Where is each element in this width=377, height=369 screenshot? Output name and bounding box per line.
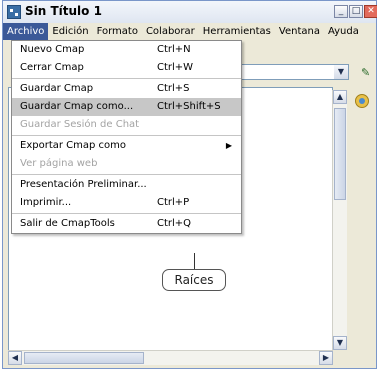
- submenu-arrow-icon: ▶: [225, 141, 232, 150]
- scroll-down-icon[interactable]: ▼: [333, 336, 347, 350]
- window-title: Sin Título 1: [25, 4, 102, 18]
- side-palette: [348, 90, 376, 350]
- scroll-up-icon[interactable]: ▲: [333, 90, 347, 104]
- cmaptools-app-icon[interactable]: [7, 5, 21, 19]
- palette-icon[interactable]: [355, 94, 369, 108]
- horizontal-scroll-thumb[interactable]: [24, 352, 144, 364]
- concept-node[interactable]: Raíces: [162, 269, 226, 291]
- scroll-left-icon[interactable]: ◀: [8, 351, 22, 365]
- menu-item-salir[interactable]: Salir de CmapTools Ctrl+Q: [12, 215, 241, 233]
- menu-item-presentacion-preliminar[interactable]: Presentación Preliminar...: [12, 176, 241, 194]
- horizontal-scrollbar[interactable]: ◀ ▶: [8, 350, 333, 365]
- menu-item-guardar-cmap[interactable]: Guardar Cmap Ctrl+S: [12, 80, 241, 98]
- menu-item-guardar-sesion-chat: Guardar Sesión de Chat: [20, 119, 140, 130]
- scroll-right-icon[interactable]: ▶: [319, 351, 333, 365]
- menu-ayuda[interactable]: Ayuda: [324, 23, 363, 40]
- menu-item-imprimir[interactable]: Imprimir... Ctrl+P: [12, 194, 241, 212]
- menu-archivo[interactable]: Archivo: [3, 23, 49, 40]
- menu-edicion[interactable]: Edición: [48, 23, 92, 40]
- menu-bar: Archivo Edición Formato Colaborar Herram…: [3, 23, 376, 40]
- menu-colaborar[interactable]: Colaborar: [142, 23, 199, 40]
- menu-separator: [12, 135, 241, 136]
- connector-line: [194, 253, 195, 269]
- menu-separator: [12, 174, 241, 175]
- menu-herramientas[interactable]: Herramientas: [199, 23, 275, 40]
- menu-separator: [12, 213, 241, 214]
- menu-item-ver-pagina-web: Ver página web: [20, 158, 98, 169]
- format-styles-icon[interactable]: ✎: [361, 67, 375, 79]
- menu-item-exportar-cmap[interactable]: Exportar Cmap como ▶: [12, 137, 241, 155]
- vertical-scrollbar[interactable]: ▲ ▼: [332, 90, 347, 350]
- menu-ventana[interactable]: Ventana: [275, 23, 324, 40]
- menu-item-guardar-cmap-como[interactable]: Guardar Cmap como... Ctrl+Shift+S: [12, 98, 241, 116]
- close-icon[interactable]: ✕: [364, 5, 377, 18]
- title-bar[interactable]: Sin Título 1 _ □ ✕: [3, 1, 377, 24]
- menu-item-cerrar-cmap[interactable]: Cerrar Cmap Ctrl+W: [12, 59, 241, 77]
- vertical-scroll-thumb[interactable]: [334, 108, 346, 200]
- file-menu-dropdown: Nuevo Cmap Ctrl+N Cerrar Cmap Ctrl+W Guard…: [11, 40, 242, 234]
- maximize-icon[interactable]: □: [349, 5, 363, 18]
- chevron-down-icon[interactable]: ▼: [334, 65, 348, 79]
- menu-item-nuevo-cmap[interactable]: Nuevo Cmap Ctrl+N: [12, 41, 241, 59]
- application-window: Sin Título 1 _ □ ✕ Archivo Edición Forma…: [2, 0, 377, 369]
- style-combo-box[interactable]: ▼: [235, 64, 349, 80]
- minimize-icon[interactable]: _: [334, 5, 348, 18]
- menu-separator: [12, 78, 241, 79]
- menu-formato[interactable]: Formato: [93, 23, 142, 40]
